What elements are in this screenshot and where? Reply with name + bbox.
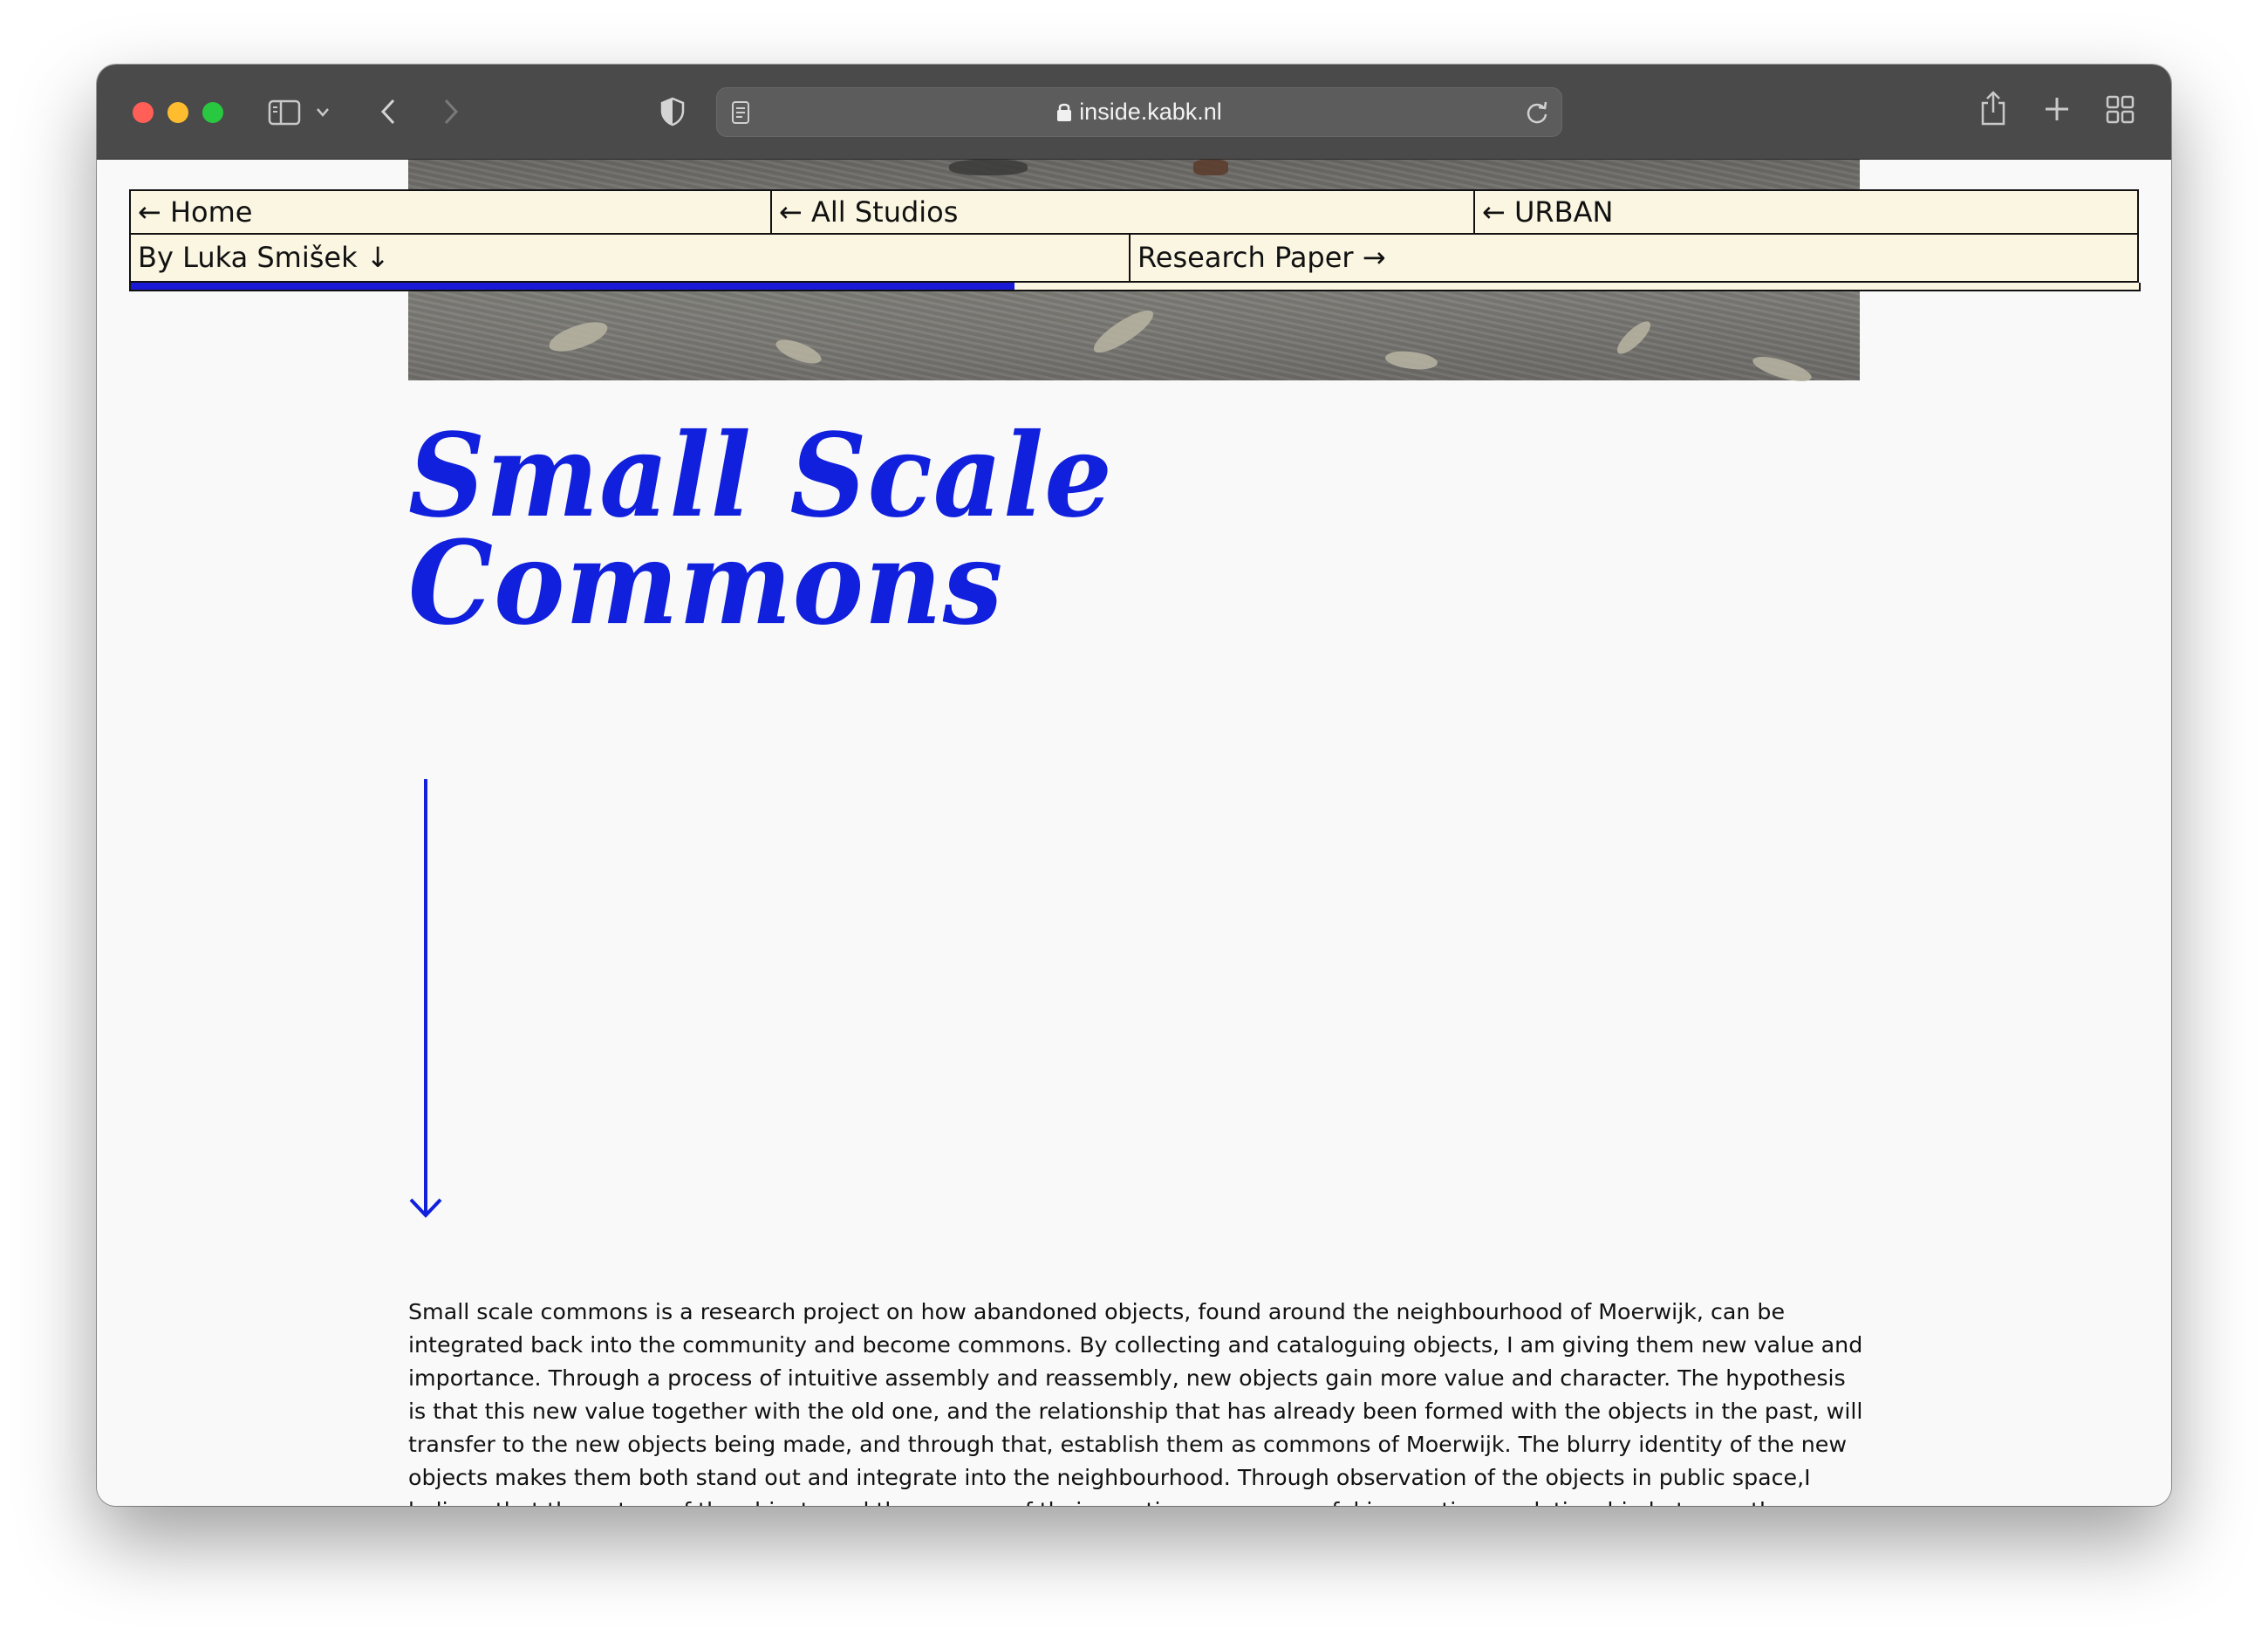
minimize-window-button[interactable] — [167, 102, 188, 123]
tab-overview-icon[interactable] — [2106, 95, 2135, 125]
page-title-line1: Small Scale — [408, 407, 1113, 544]
zoom-window-button[interactable] — [202, 102, 223, 123]
scroll-down-arrow-icon[interactable] — [408, 779, 443, 1221]
close-window-button[interactable] — [133, 102, 154, 123]
nav-home-link[interactable]: ← Home — [129, 189, 772, 235]
new-tab-icon[interactable] — [2044, 96, 2070, 122]
forward-icon[interactable] — [441, 97, 461, 127]
page-content: ← Home ← All Studios ← URBAN By Luka Smi… — [97, 160, 2171, 1506]
nav-research-paper-link[interactable]: Research Paper → — [1129, 235, 2139, 283]
page-title: Small Scale Commons — [408, 407, 1113, 651]
browser-toolbar: inside.kabk.nl — [97, 65, 2171, 160]
url-text: inside.kabk.nl — [1079, 99, 1222, 125]
address-bar[interactable]: inside.kabk.nl — [716, 87, 1562, 137]
lock-icon — [1057, 103, 1072, 121]
url-display: inside.kabk.nl — [717, 88, 1561, 136]
shield-icon[interactable] — [659, 97, 686, 127]
article-abstract: Small scale commons is a research projec… — [408, 1299, 1863, 1506]
nav-all-studios-link[interactable]: ← All Studios — [770, 189, 1475, 235]
back-icon[interactable] — [378, 97, 399, 127]
chevron-down-icon[interactable] — [315, 106, 331, 119]
page-title-line2: Commons — [408, 514, 1004, 651]
nav-urban-link[interactable]: ← URBAN — [1473, 189, 2139, 235]
browser-window: inside.kabk.nl ← Home ← All Studios ← UR… — [97, 65, 2171, 1506]
share-icon[interactable] — [1978, 89, 2008, 127]
reading-progress-fill — [131, 283, 1014, 290]
nav-author-link[interactable]: By Luka Smišek ↓ — [129, 235, 1131, 283]
reload-icon[interactable] — [1525, 99, 1549, 126]
reading-progress-bar — [129, 283, 2141, 291]
sidebar-icon[interactable] — [268, 99, 303, 126]
top-navigation: ← Home ← All Studios ← URBAN By Luka Smi… — [129, 189, 2139, 283]
